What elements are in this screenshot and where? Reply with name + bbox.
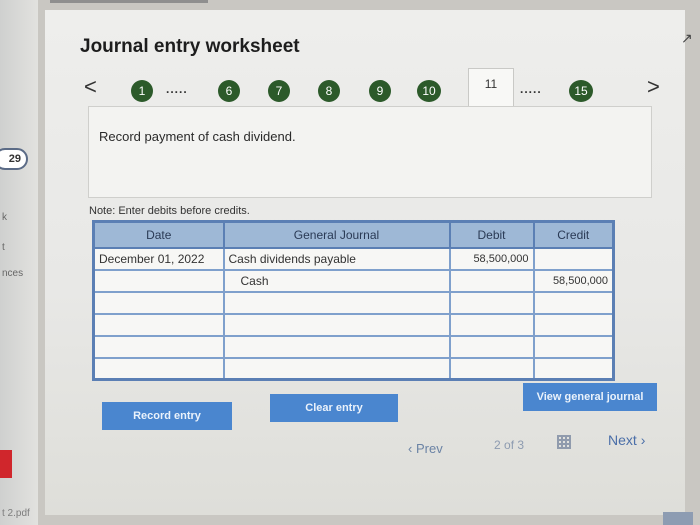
date-column-header: Date [92,220,225,249]
grid-icon[interactable] [557,435,571,449]
account-cell[interactable]: Cash [222,268,451,293]
step-1-button[interactable]: 1 [131,80,153,102]
date-cell[interactable] [92,334,225,359]
table-row: December 01, 2022 Cash dividends payable… [92,246,615,271]
credit-cell[interactable] [532,290,615,315]
table-row [92,290,615,315]
top-divider [50,0,208,3]
record-entry-button[interactable]: Record entry [102,402,232,430]
credit-cell[interactable]: 58,500,000 [532,268,615,293]
table-row [92,312,615,337]
background-count-badge: 29 [0,148,28,170]
account-cell[interactable] [222,312,451,337]
date-cell[interactable]: December 01, 2022 [92,246,225,271]
instruction-text: Record payment of cash dividend. [99,129,296,144]
table-row: Cash 58,500,000 [92,268,615,293]
general-journal-column-header: General Journal [222,220,451,249]
debit-cell[interactable] [448,334,535,359]
current-page-number: 2 [494,438,501,452]
step-6-button[interactable]: 6 [218,80,240,102]
step-11-current-tab[interactable]: 11 [468,68,514,106]
debit-cell[interactable] [448,312,535,337]
account-cell[interactable] [222,290,451,315]
credit-cell[interactable] [532,312,615,337]
credit-column-header: Credit [532,220,615,249]
step-ellipsis: ..... [166,82,188,96]
debit-cell[interactable] [448,268,535,293]
account-cell[interactable] [222,334,451,359]
background-window-strip: 29 k t nces t 2.pdf [0,0,38,525]
date-cell[interactable] [92,268,225,293]
credit-cell[interactable] [532,356,615,381]
background-file-label: t 2.pdf [2,508,30,519]
prev-page-link[interactable]: ‹ Prev [408,441,443,456]
view-general-journal-button[interactable]: View general journal [523,383,657,411]
clear-entry-button[interactable]: Clear entry [270,394,398,422]
journal-entry-table: Date General Journal Debit Credit Decemb… [92,220,615,381]
previous-step-arrow-icon[interactable]: < [84,76,97,98]
step-7-button[interactable]: 7 [268,80,290,102]
background-text-fragment: nces [2,268,24,279]
debit-cell[interactable] [448,356,535,381]
step-ellipsis: ..... [520,82,542,96]
next-step-arrow-icon[interactable]: > [647,76,660,98]
worksheet-title: Journal entry worksheet [80,36,300,57]
debit-cell[interactable]: 58,500,000 [448,246,535,271]
total-pages-number: 3 [517,438,525,452]
account-cell[interactable] [222,356,451,381]
page-of-label: of [504,438,515,452]
credit-cell[interactable] [532,246,615,271]
table-row [92,356,615,381]
corner-control [663,512,693,525]
account-cell[interactable]: Cash dividends payable [222,246,451,271]
credit-cell[interactable] [532,334,615,359]
table-row [92,334,615,359]
background-text-fragment: k [2,212,7,223]
step-10-button[interactable]: 10 [417,80,441,102]
date-cell[interactable] [92,290,225,315]
page-position: 2 of 3 [494,438,524,452]
date-cell[interactable] [92,356,225,381]
background-text-fragment: t [2,242,5,253]
debit-cell[interactable] [448,290,535,315]
table-header-row: Date General Journal Debit Credit [92,220,615,249]
next-page-link[interactable]: Next › [608,432,645,448]
chevron-right-icon: › [640,432,646,448]
background-red-marker [0,450,12,478]
debit-column-header: Debit [448,220,535,249]
step-15-button[interactable]: 15 [569,80,593,102]
next-label: Next [608,432,637,448]
prev-label: Prev [415,441,443,456]
debit-credit-note: Note: Enter debits before credits. [89,205,250,217]
chevron-left-icon: ‹ [408,441,413,456]
step-9-button[interactable]: 9 [369,80,391,102]
mouse-cursor-icon: ↗ [681,30,693,46]
instruction-box: Record payment of cash dividend. [88,106,652,198]
step-8-button[interactable]: 8 [318,80,340,102]
date-cell[interactable] [92,312,225,337]
